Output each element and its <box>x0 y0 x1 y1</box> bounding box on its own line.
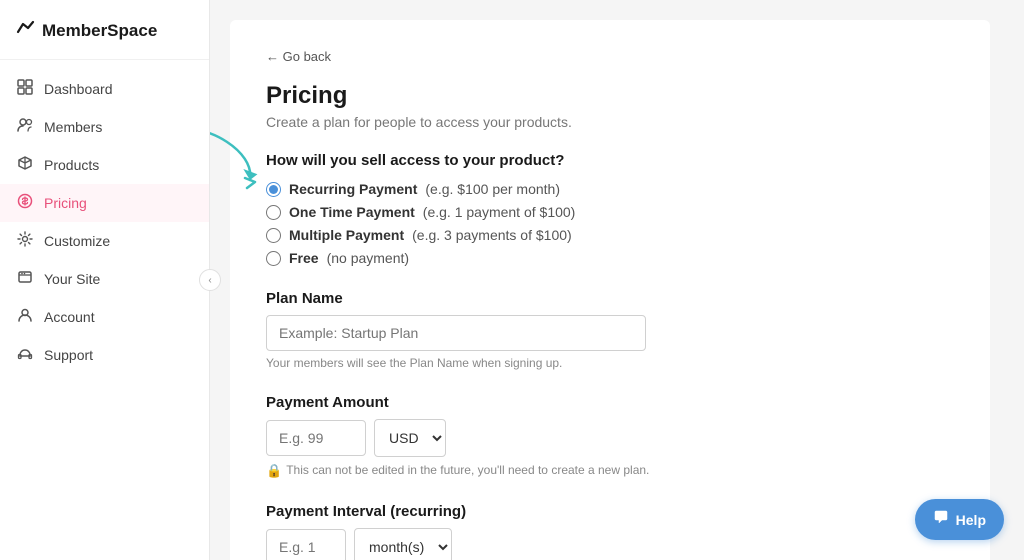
plan-name-input[interactable] <box>266 315 646 351</box>
payment-amount-section: Payment Amount USD EUR GBP 🔒 This can no… <box>266 394 954 479</box>
radio-recurring-input[interactable] <box>266 182 281 197</box>
sidebar-item-dashboard[interactable]: Dashboard <box>0 70 209 108</box>
warning-emoji: 🔒 <box>266 463 282 479</box>
account-icon <box>16 307 34 327</box>
page-title: Pricing <box>266 82 954 110</box>
interval-row: month(s) week(s) year(s) <box>266 528 954 560</box>
support-icon <box>16 345 34 365</box>
payment-type-radio-group: Recurring Payment (e.g. $100 per month) … <box>266 181 954 266</box>
sidebar-item-members[interactable]: Members <box>0 108 209 146</box>
sidebar-label-dashboard: Dashboard <box>44 81 113 97</box>
back-label: ← Go back <box>266 49 331 64</box>
sidebar: MemberSpace Dashboard Members Products P… <box>0 0 210 560</box>
interval-select[interactable]: month(s) week(s) year(s) <box>354 528 452 560</box>
your-site-icon <box>16 269 34 289</box>
dashboard-icon <box>16 79 34 99</box>
sidebar-label-products: Products <box>44 157 99 173</box>
radio-one-time[interactable]: One Time Payment (e.g. 1 payment of $100… <box>266 204 954 220</box>
back-link[interactable]: ← Go back <box>266 49 331 64</box>
radio-free-desc: (no payment) <box>327 250 409 266</box>
sidebar-item-pricing[interactable]: Pricing <box>0 184 209 222</box>
plan-name-section: Plan Name Your members will see the Plan… <box>266 290 954 370</box>
currency-select[interactable]: USD EUR GBP <box>374 419 446 457</box>
sidebar-label-members: Members <box>44 119 102 135</box>
teal-arrow-decoration <box>210 120 265 190</box>
pricing-icon <box>16 193 34 213</box>
main-content: ← Go back Pricing Create a plan for peop… <box>210 0 1024 560</box>
sidebar-item-your-site[interactable]: Your Site <box>0 260 209 298</box>
help-button[interactable]: Help <box>915 499 1004 540</box>
payment-amount-warning: 🔒 This can not be edited in the future, … <box>266 463 954 479</box>
radio-recurring[interactable]: Recurring Payment (e.g. $100 per month) <box>266 181 954 197</box>
radio-recurring-label: Recurring Payment <box>289 181 417 197</box>
radio-multiple-label: Multiple Payment <box>289 227 404 243</box>
payment-interval-label: Payment Interval (recurring) <box>266 503 954 520</box>
plan-name-hint: Your members will see the Plan Name when… <box>266 356 954 370</box>
payment-amount-label: Payment Amount <box>266 394 954 411</box>
products-icon <box>16 155 34 175</box>
radio-one-time-desc: (e.g. 1 payment of $100) <box>423 204 576 220</box>
payment-type-section: How will you sell access to your product… <box>266 152 954 266</box>
plan-name-label: Plan Name <box>266 290 954 307</box>
interval-input[interactable] <box>266 529 346 560</box>
radio-multiple[interactable]: Multiple Payment (e.g. 3 payments of $10… <box>266 227 954 243</box>
sidebar-item-products[interactable]: Products <box>0 146 209 184</box>
radio-multiple-desc: (e.g. 3 payments of $100) <box>412 227 572 243</box>
content-card: ← Go back Pricing Create a plan for peop… <box>230 20 990 560</box>
payment-type-question: How will you sell access to your product… <box>266 152 954 169</box>
payment-interval-section: Payment Interval (recurring) month(s) we… <box>266 503 954 560</box>
radio-one-time-input[interactable] <box>266 205 281 220</box>
app-logo: MemberSpace <box>0 0 209 60</box>
payment-amount-warning-text: This can not be edited in the future, yo… <box>286 463 649 477</box>
help-label: Help <box>956 512 986 528</box>
radio-free-input[interactable] <box>266 251 281 266</box>
page-subtitle: Create a plan for people to access your … <box>266 114 954 130</box>
amount-input[interactable] <box>266 420 366 456</box>
sidebar-label-customize: Customize <box>44 233 110 249</box>
sidebar-label-support: Support <box>44 347 93 363</box>
help-chat-icon <box>933 509 949 530</box>
sidebar-item-account[interactable]: Account <box>0 298 209 336</box>
sidebar-nav: Dashboard Members Products Pricing Custo… <box>0 60 209 560</box>
sidebar-item-customize[interactable]: Customize <box>0 222 209 260</box>
sidebar-label-account: Account <box>44 309 95 325</box>
app-name: MemberSpace <box>42 21 157 41</box>
sidebar-label-pricing: Pricing <box>44 195 87 211</box>
sidebar-collapse-button[interactable]: ‹ <box>199 269 221 291</box>
radio-free-label: Free <box>289 250 319 266</box>
radio-free[interactable]: Free (no payment) <box>266 250 954 266</box>
radio-recurring-desc: (e.g. $100 per month) <box>425 181 560 197</box>
sidebar-item-support[interactable]: Support <box>0 336 209 374</box>
logo-icon <box>16 18 36 43</box>
radio-multiple-input[interactable] <box>266 228 281 243</box>
payment-amount-row: USD EUR GBP <box>266 419 954 457</box>
members-icon <box>16 117 34 137</box>
customize-icon <box>16 231 34 251</box>
radio-one-time-label: One Time Payment <box>289 204 415 220</box>
sidebar-label-your-site: Your Site <box>44 271 100 287</box>
